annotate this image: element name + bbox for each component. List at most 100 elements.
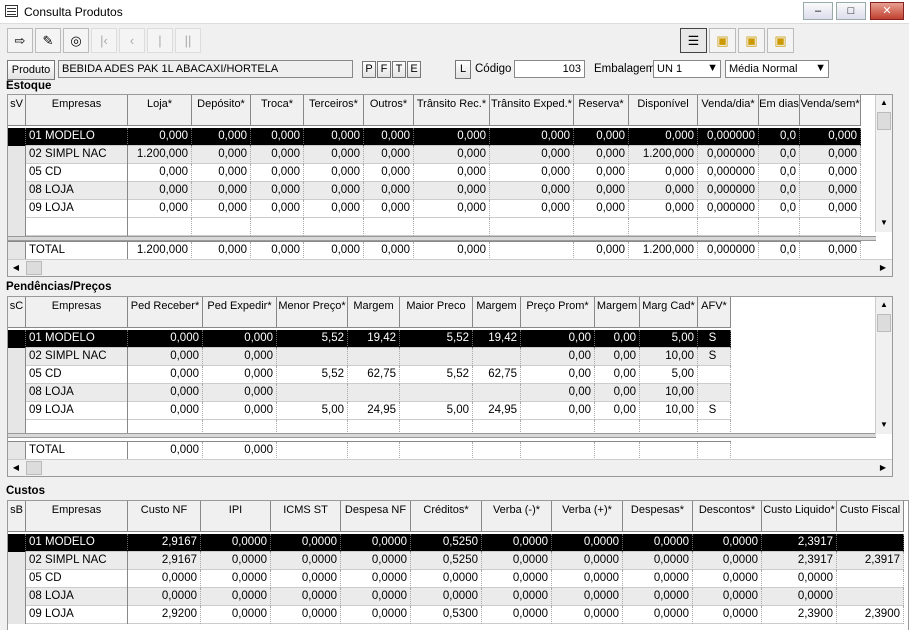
table-row[interactable]: 08 LOJA 0,000 0,000 0,000 0,000 0,000 0,000 0,0… <box>8 182 861 200</box>
column-header[interactable]: Descontos* <box>693 501 762 532</box>
table-cell[interactable] <box>8 588 26 606</box>
table-cell[interactable]: 0,000 <box>800 200 861 218</box>
table-cell[interactable]: 0,0000 <box>271 570 341 588</box>
table-cell[interactable]: 0,000 <box>192 128 251 146</box>
f-button[interactable]: F <box>377 61 391 78</box>
table-cell[interactable]: 0,0000 <box>341 534 411 552</box>
table-cell[interactable]: 0,0000 <box>201 534 271 552</box>
table-cell[interactable]: S <box>698 330 731 348</box>
table-cell[interactable] <box>277 348 348 366</box>
column-header[interactable]: Venda/sem* <box>800 95 861 126</box>
table-cell[interactable]: 5,52 <box>277 330 348 348</box>
table-cell[interactable]: 0,0000 <box>201 570 271 588</box>
company-cell[interactable]: 02 SIMPL NAC <box>26 348 128 366</box>
table-cell[interactable]: 0,0000 <box>201 552 271 570</box>
table-cell[interactable]: 0,000 <box>251 146 304 164</box>
scroll-left-icon[interactable]: ◀ <box>8 460 24 476</box>
table-cell[interactable]: 0,0000 <box>128 588 201 606</box>
table-cell[interactable]: 0,00 <box>595 402 640 420</box>
table-cell[interactable]: 0,000 <box>574 200 629 218</box>
column-header[interactable]: Trânsito Rec.* <box>414 95 490 126</box>
column-header[interactable]: Troca* <box>251 95 304 126</box>
product-name-field[interactable]: BEBIDA ADES PAK 1L ABACAXI/HORTELA <box>58 60 353 78</box>
table-row[interactable]: 01 MODELO 2,9167 0,0000 0,0000 0,0000 0,5250 0… <box>8 534 904 552</box>
table-cell[interactable]: 0,0000 <box>482 534 552 552</box>
table-cell[interactable]: 2,9167 <box>128 552 201 570</box>
table-cell[interactable]: 0,0000 <box>693 588 762 606</box>
table-cell[interactable] <box>277 384 348 402</box>
table-cell[interactable]: 0,000 <box>192 200 251 218</box>
table-cell[interactable]: S <box>698 402 731 420</box>
table-row[interactable]: 01 MODELO 0,000 0,000 5,52 19,42 5,52 19,42 0,0… <box>8 330 731 348</box>
table-cell[interactable] <box>348 348 400 366</box>
table-cell[interactable]: 0,000 <box>629 128 698 146</box>
pendencias-grid[interactable]: sC Empresas Ped Receber* Ped Expedir* Menor … <box>7 296 893 477</box>
table-cell[interactable]: 0,00 <box>521 366 595 384</box>
table-cell[interactable]: 0,000 <box>574 128 629 146</box>
table-cell[interactable]: 2,9167 <box>128 534 201 552</box>
table-cell[interactable]: 5,52 <box>400 366 473 384</box>
table-cell[interactable] <box>8 606 26 624</box>
table-cell[interactable]: 0,0000 <box>271 606 341 624</box>
e-button[interactable]: E <box>407 61 421 78</box>
table-cell[interactable]: 0,0000 <box>411 570 482 588</box>
table-cell[interactable]: 0,0000 <box>341 570 411 588</box>
column-header[interactable]: Terceiros* <box>304 95 364 126</box>
table-row[interactable]: 08 LOJA 0,000 0,000 0,00 0,00 10,00 <box>8 384 731 402</box>
table-cell[interactable]: 0,00 <box>521 402 595 420</box>
table-cell[interactable] <box>473 384 521 402</box>
table-row[interactable]: 09 LOJA 0,000 0,000 0,000 0,000 0,000 0,000 0,0… <box>8 200 861 218</box>
table-cell[interactable]: 2,3900 <box>837 606 904 624</box>
table-cell[interactable]: 0,000 <box>203 402 277 420</box>
column-header[interactable]: ICMS ST <box>271 501 341 532</box>
table-cell[interactable]: 0,000 <box>490 182 574 200</box>
table-cell[interactable]: 0,000 <box>128 330 203 348</box>
embalagem-select[interactable]: UN 1 ▼ <box>653 60 721 78</box>
table-row[interactable]: 05 CD 0,0000 0,0000 0,0000 0,0000 0,0000 0,000… <box>8 570 904 588</box>
table-cell[interactable]: 0,0000 <box>341 552 411 570</box>
table-row[interactable]: 08 LOJA 0,0000 0,0000 0,0000 0,0000 0,0000 0,0… <box>8 588 904 606</box>
pendencias-vscroll[interactable]: ▲ ▼ <box>875 297 892 434</box>
column-header[interactable]: Ped Receber* <box>128 297 203 328</box>
table-cell[interactable]: 0,00 <box>521 348 595 366</box>
company-cell[interactable]: 08 LOJA <box>26 588 128 606</box>
table-cell[interactable]: 0,000 <box>574 164 629 182</box>
table-cell[interactable]: 0,0000 <box>623 552 693 570</box>
table-cell[interactable] <box>8 200 26 218</box>
maximize-button[interactable]: □ <box>836 2 866 20</box>
table-cell[interactable]: 0,000 <box>490 128 574 146</box>
table-cell[interactable]: 0,0 <box>759 200 800 218</box>
company-cell[interactable]: 09 LOJA <box>26 200 128 218</box>
table-cell[interactable]: 5,52 <box>277 366 348 384</box>
table-cell[interactable]: 0,000 <box>800 164 861 182</box>
table-cell[interactable]: 0,000000 <box>698 200 759 218</box>
table-cell[interactable]: 0,0000 <box>482 606 552 624</box>
table-cell[interactable]: 0,000 <box>490 164 574 182</box>
table-cell[interactable]: 0,000 <box>128 402 203 420</box>
table-cell[interactable] <box>473 348 521 366</box>
table-cell[interactable]: 0,0 <box>759 164 800 182</box>
table-cell[interactable]: 0,000 <box>128 164 192 182</box>
table-cell[interactable]: 0,000000 <box>698 164 759 182</box>
company-cell[interactable]: 09 LOJA <box>26 402 128 420</box>
table-cell[interactable]: 0,0000 <box>271 588 341 606</box>
scroll-right-icon[interactable]: ▶ <box>875 460 891 476</box>
table-cell[interactable]: 5,00 <box>640 330 698 348</box>
column-header[interactable]: Disponível <box>629 95 698 126</box>
table-cell[interactable]: 0,000 <box>203 330 277 348</box>
company-cell[interactable]: 01 MODELO <box>26 330 128 348</box>
scroll-thumb[interactable] <box>26 461 42 475</box>
prev-icon[interactable]: ‹ <box>119 28 145 53</box>
column-header[interactable]: Despesas* <box>623 501 693 532</box>
table-cell[interactable]: 0,0000 <box>623 588 693 606</box>
table-cell[interactable]: 0,000 <box>128 128 192 146</box>
table-cell[interactable] <box>8 402 26 420</box>
table-cell[interactable]: 0,000 <box>304 164 364 182</box>
table-cell[interactable]: 0,000 <box>251 128 304 146</box>
table-cell[interactable]: 0,0000 <box>623 534 693 552</box>
company-cell[interactable]: 05 CD <box>26 570 128 588</box>
table-cell[interactable]: 0,000 <box>364 146 414 164</box>
column-header[interactable]: Maior Preco <box>400 297 473 328</box>
column-header[interactable]: Reserva* <box>574 95 629 126</box>
table-cell[interactable]: 0,000 <box>574 146 629 164</box>
